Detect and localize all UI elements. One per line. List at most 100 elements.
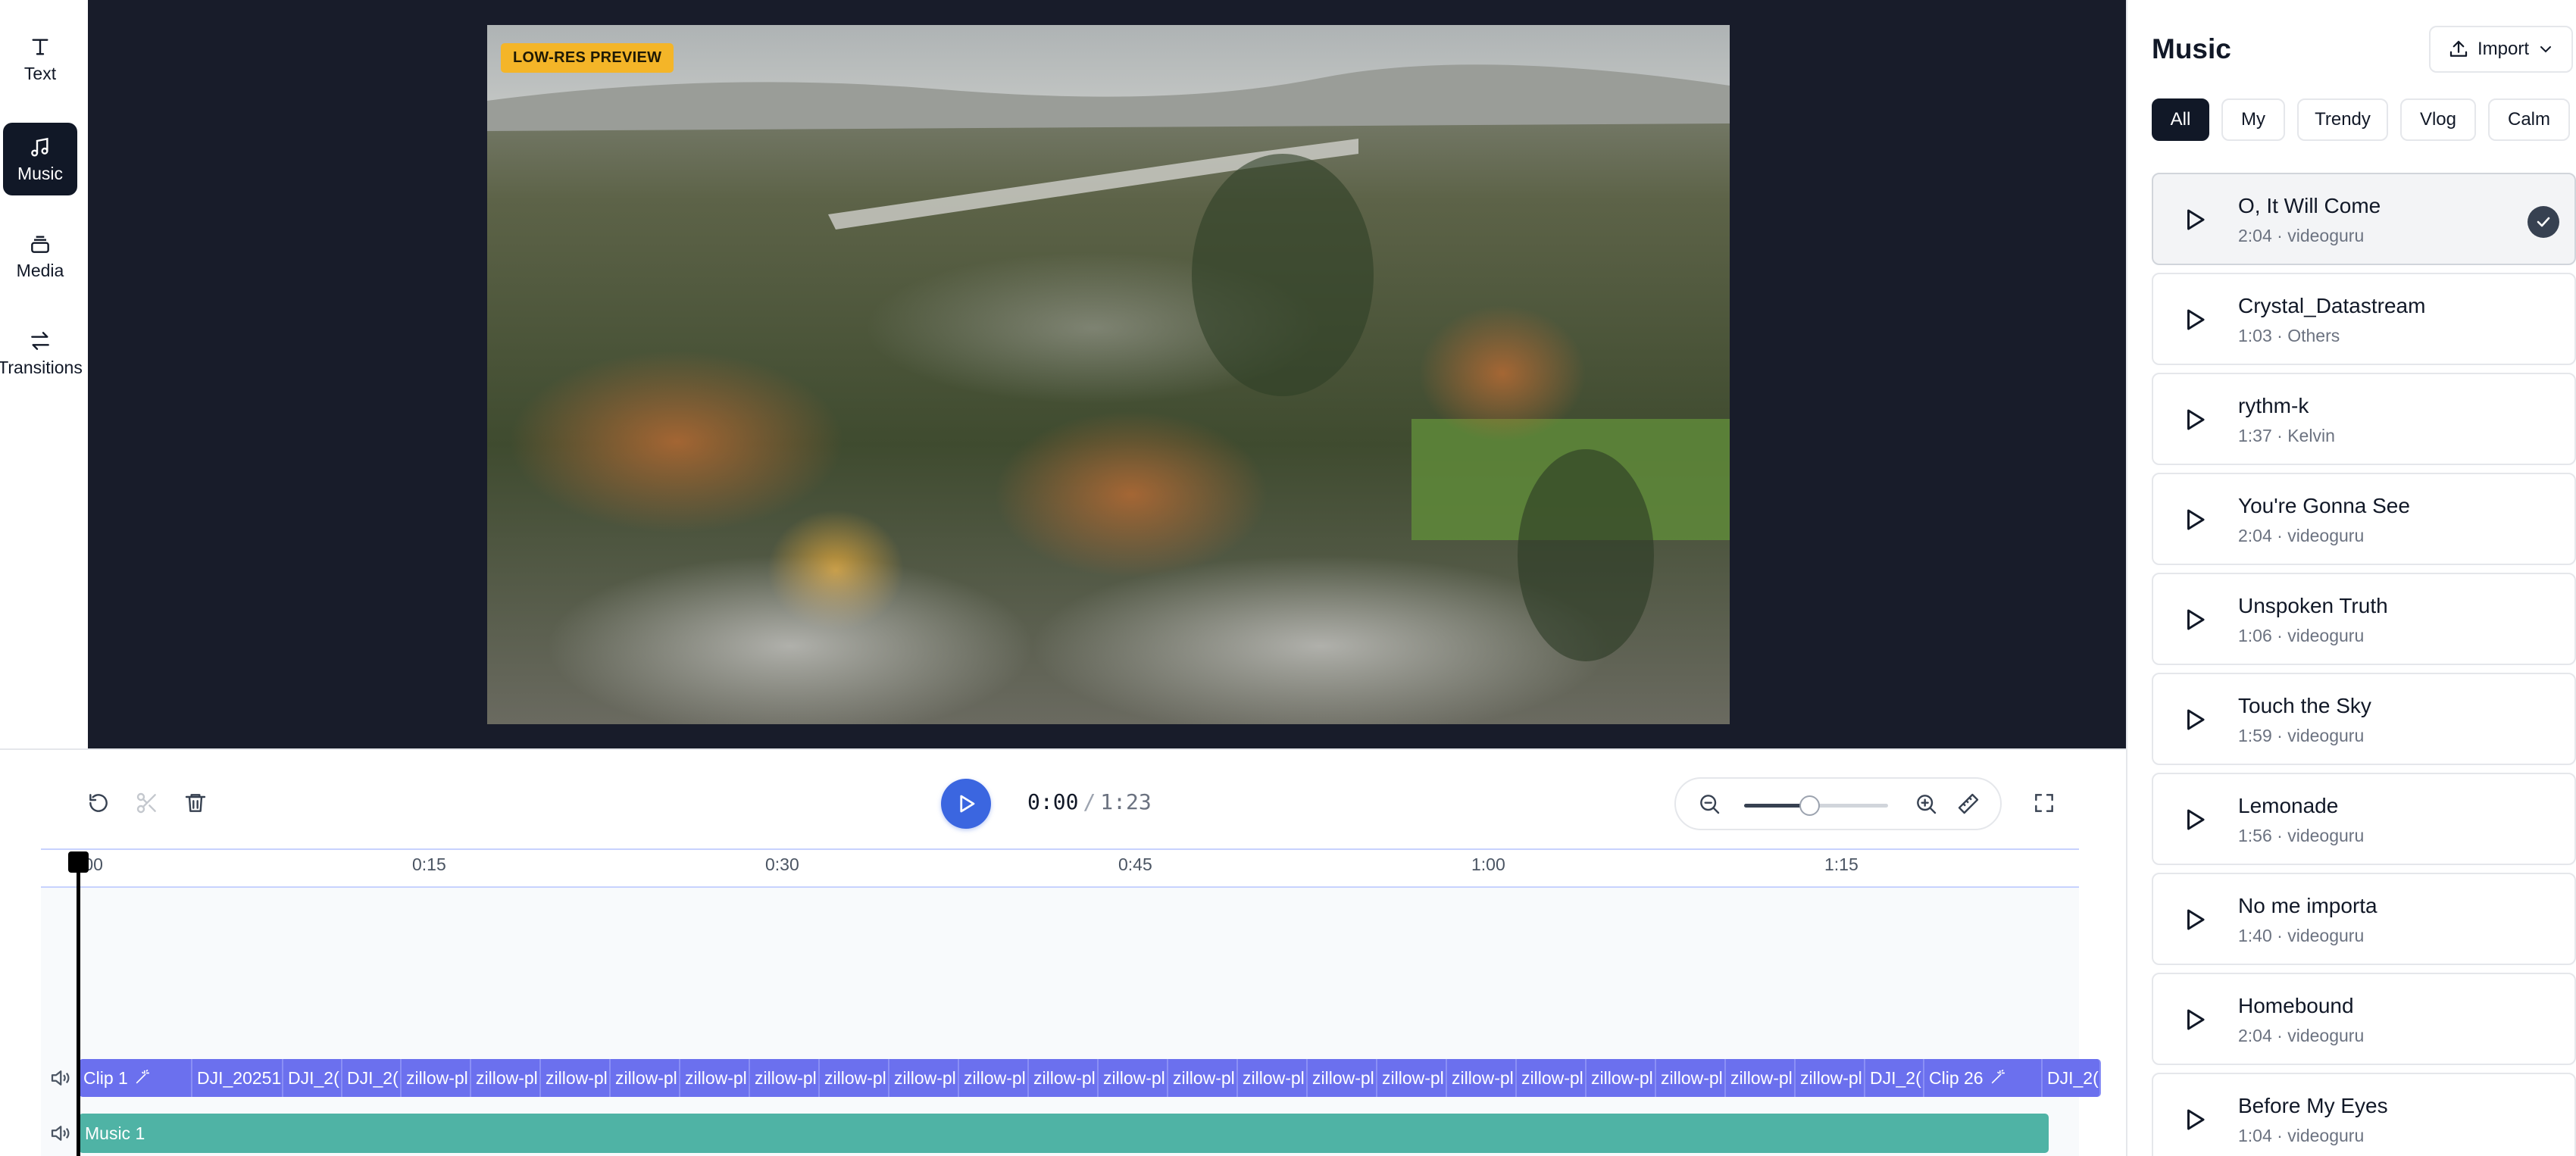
playhead[interactable] bbox=[77, 859, 80, 1156]
split-button[interactable] bbox=[132, 788, 162, 818]
timeline-ruler[interactable]: :00 0:15 0:30 0:45 1:00 1:15 bbox=[41, 848, 2079, 888]
music-track-speaker-icon[interactable] bbox=[48, 1122, 71, 1145]
track-name: Touch the Sky bbox=[2238, 694, 2371, 717]
video-clip[interactable]: zillow-pl bbox=[1587, 1059, 1656, 1097]
video-clip[interactable]: zillow-pl bbox=[1796, 1059, 1865, 1097]
music-track-item[interactable]: Lemonade 1:56 · videoguru bbox=[2152, 773, 2576, 865]
track-name: Unspoken Truth bbox=[2238, 594, 2388, 617]
undo-button[interactable] bbox=[83, 788, 114, 818]
video-clip[interactable]: DJI_2( bbox=[283, 1059, 342, 1097]
video-clip-label: zillow-pl bbox=[476, 1068, 538, 1088]
video-clip[interactable]: zillow-pl bbox=[820, 1059, 889, 1097]
video-clip-label: zillow-pl bbox=[755, 1068, 817, 1088]
tool-transitions[interactable]: Transitions bbox=[0, 317, 83, 389]
track-name: Before My Eyes bbox=[2238, 1094, 2388, 1117]
category-calm[interactable]: Calm bbox=[2488, 98, 2570, 141]
music-track-item[interactable]: rythm-k 1:37 · Kelvin bbox=[2152, 373, 2576, 465]
music-track-item[interactable]: Before My Eyes 1:04 · videoguru bbox=[2152, 1073, 2576, 1156]
track-meta: 1:56 · videoguru bbox=[2238, 826, 2364, 846]
zoom-slider-thumb[interactable] bbox=[1799, 795, 1820, 816]
video-clip[interactable]: zillow-pl bbox=[1656, 1059, 1726, 1097]
category-trendy[interactable]: Trendy bbox=[2297, 98, 2388, 141]
play-icon[interactable] bbox=[2181, 606, 2208, 633]
video-clip[interactable]: DJI_20251 bbox=[192, 1059, 283, 1097]
play-icon[interactable] bbox=[2181, 506, 2208, 533]
tool-text[interactable]: Text bbox=[3, 23, 77, 95]
video-clip[interactable]: DJI_2( bbox=[342, 1059, 402, 1097]
video-clip[interactable]: zillow-pl bbox=[1308, 1059, 1377, 1097]
track-name: No me importa bbox=[2238, 894, 2377, 917]
video-clip[interactable]: zillow-pl bbox=[1029, 1059, 1099, 1097]
play-icon[interactable] bbox=[2181, 906, 2208, 933]
music-track-item[interactable]: Homebound 2:04 · videoguru bbox=[2152, 973, 2576, 1065]
video-clip[interactable]: zillow-pl bbox=[1168, 1059, 1238, 1097]
fit-timeline-button[interactable] bbox=[1953, 789, 1984, 819]
video-clip[interactable]: zillow-pl bbox=[1726, 1059, 1796, 1097]
meta-separator: · bbox=[2271, 626, 2288, 645]
tool-music[interactable]: Music bbox=[3, 123, 77, 195]
play-icon[interactable] bbox=[2181, 1106, 2208, 1133]
music-track-item[interactable]: You're Gonna See 2:04 · videoguru bbox=[2152, 473, 2576, 565]
ruler-tick: 1:00 bbox=[1471, 855, 1505, 874]
video-clip[interactable]: DJI_2( bbox=[1865, 1059, 1924, 1097]
zoom-controls bbox=[1674, 777, 2002, 830]
meta-separator: · bbox=[2271, 1026, 2288, 1045]
video-clip-label: zillow-pl bbox=[1173, 1068, 1235, 1088]
video-clip[interactable]: zillow-pl bbox=[1238, 1059, 1308, 1097]
video-clip[interactable]: DJI_2( bbox=[2043, 1059, 2101, 1097]
magic-wand-icon bbox=[1990, 1061, 2006, 1097]
video-clip[interactable]: zillow-pl bbox=[1447, 1059, 1517, 1097]
category-all[interactable]: All bbox=[2152, 98, 2209, 141]
zoom-slider[interactable] bbox=[1744, 795, 1888, 816]
video-clip[interactable]: zillow-pl bbox=[541, 1059, 611, 1097]
video-clip[interactable]: zillow-pl bbox=[680, 1059, 750, 1097]
music-track-item[interactable]: O, It Will Come 2:04 · videoguru bbox=[2152, 173, 2576, 265]
track-name: O, It Will Come bbox=[2238, 194, 2381, 217]
music-track-item[interactable]: Touch the Sky 1:59 · videoguru bbox=[2152, 673, 2576, 765]
video-clip[interactable]: zillow-pl bbox=[402, 1059, 471, 1097]
video-track-speaker-icon[interactable] bbox=[48, 1067, 71, 1089]
zoom-in-button[interactable] bbox=[1911, 789, 1941, 819]
video-clip[interactable]: Clip 26 bbox=[1924, 1059, 2043, 1097]
video-clip[interactable]: zillow-pl bbox=[611, 1059, 680, 1097]
play-icon[interactable] bbox=[2181, 306, 2208, 333]
zoom-out-button[interactable] bbox=[1694, 789, 1724, 819]
meta-separator: · bbox=[2271, 826, 2288, 845]
track-meta: 1:06 · videoguru bbox=[2238, 626, 2364, 646]
video-clip-label: zillow-pl bbox=[1730, 1068, 1793, 1088]
fullscreen-button[interactable] bbox=[2029, 788, 2059, 818]
ruler-tick: 0:45 bbox=[1118, 855, 1152, 874]
video-clip-label: zillow-pl bbox=[546, 1068, 608, 1088]
text-icon bbox=[32, 38, 48, 55]
tool-media[interactable]: Media bbox=[3, 220, 77, 292]
play-button[interactable] bbox=[941, 779, 991, 829]
play-icon[interactable] bbox=[2181, 706, 2208, 733]
video-clip[interactable]: zillow-pl bbox=[1517, 1059, 1587, 1097]
track-meta: 1:04 · videoguru bbox=[2238, 1126, 2364, 1146]
tool-text-label: Text bbox=[23, 63, 57, 83]
music-track-item[interactable]: Unspoken Truth 1:06 · videoguru bbox=[2152, 573, 2576, 665]
play-icon[interactable] bbox=[2181, 806, 2208, 833]
play-icon[interactable] bbox=[2181, 406, 2208, 433]
play-icon[interactable] bbox=[2181, 206, 2208, 233]
video-clip[interactable]: zillow-pl bbox=[889, 1059, 959, 1097]
music-track-item[interactable]: No me importa 1:40 · videoguru bbox=[2152, 873, 2576, 965]
video-clip[interactable]: zillow-pl bbox=[1377, 1059, 1447, 1097]
ruler-tick: 0:15 bbox=[412, 855, 446, 874]
playhead-handle[interactable] bbox=[68, 851, 89, 873]
music-track-item[interactable]: Crystal_Datastream 1:03 · Others bbox=[2152, 273, 2576, 365]
music-clip[interactable]: Music 1 bbox=[79, 1114, 2049, 1153]
video-clip[interactable]: zillow-pl bbox=[1099, 1059, 1168, 1097]
category-my[interactable]: My bbox=[2221, 98, 2285, 141]
category-vlog[interactable]: Vlog bbox=[2400, 98, 2476, 141]
play-icon[interactable] bbox=[2181, 1006, 2208, 1033]
video-clip[interactable]: zillow-pl bbox=[959, 1059, 1029, 1097]
video-preview-frame[interactable]: LOW-RES PREVIEW bbox=[487, 25, 1730, 724]
import-button[interactable]: Import bbox=[2429, 26, 2573, 73]
video-clip[interactable]: Clip 1 bbox=[79, 1059, 192, 1097]
video-clip[interactable]: zillow-pl bbox=[750, 1059, 820, 1097]
preview-area: LOW-RES PREVIEW bbox=[88, 0, 2126, 748]
delete-button[interactable] bbox=[180, 788, 211, 818]
video-clip[interactable]: zillow-pl bbox=[471, 1059, 541, 1097]
timeline[interactable]: :00 0:15 0:30 0:45 1:00 1:15 Clip 1 DJI_2… bbox=[41, 848, 2101, 1156]
